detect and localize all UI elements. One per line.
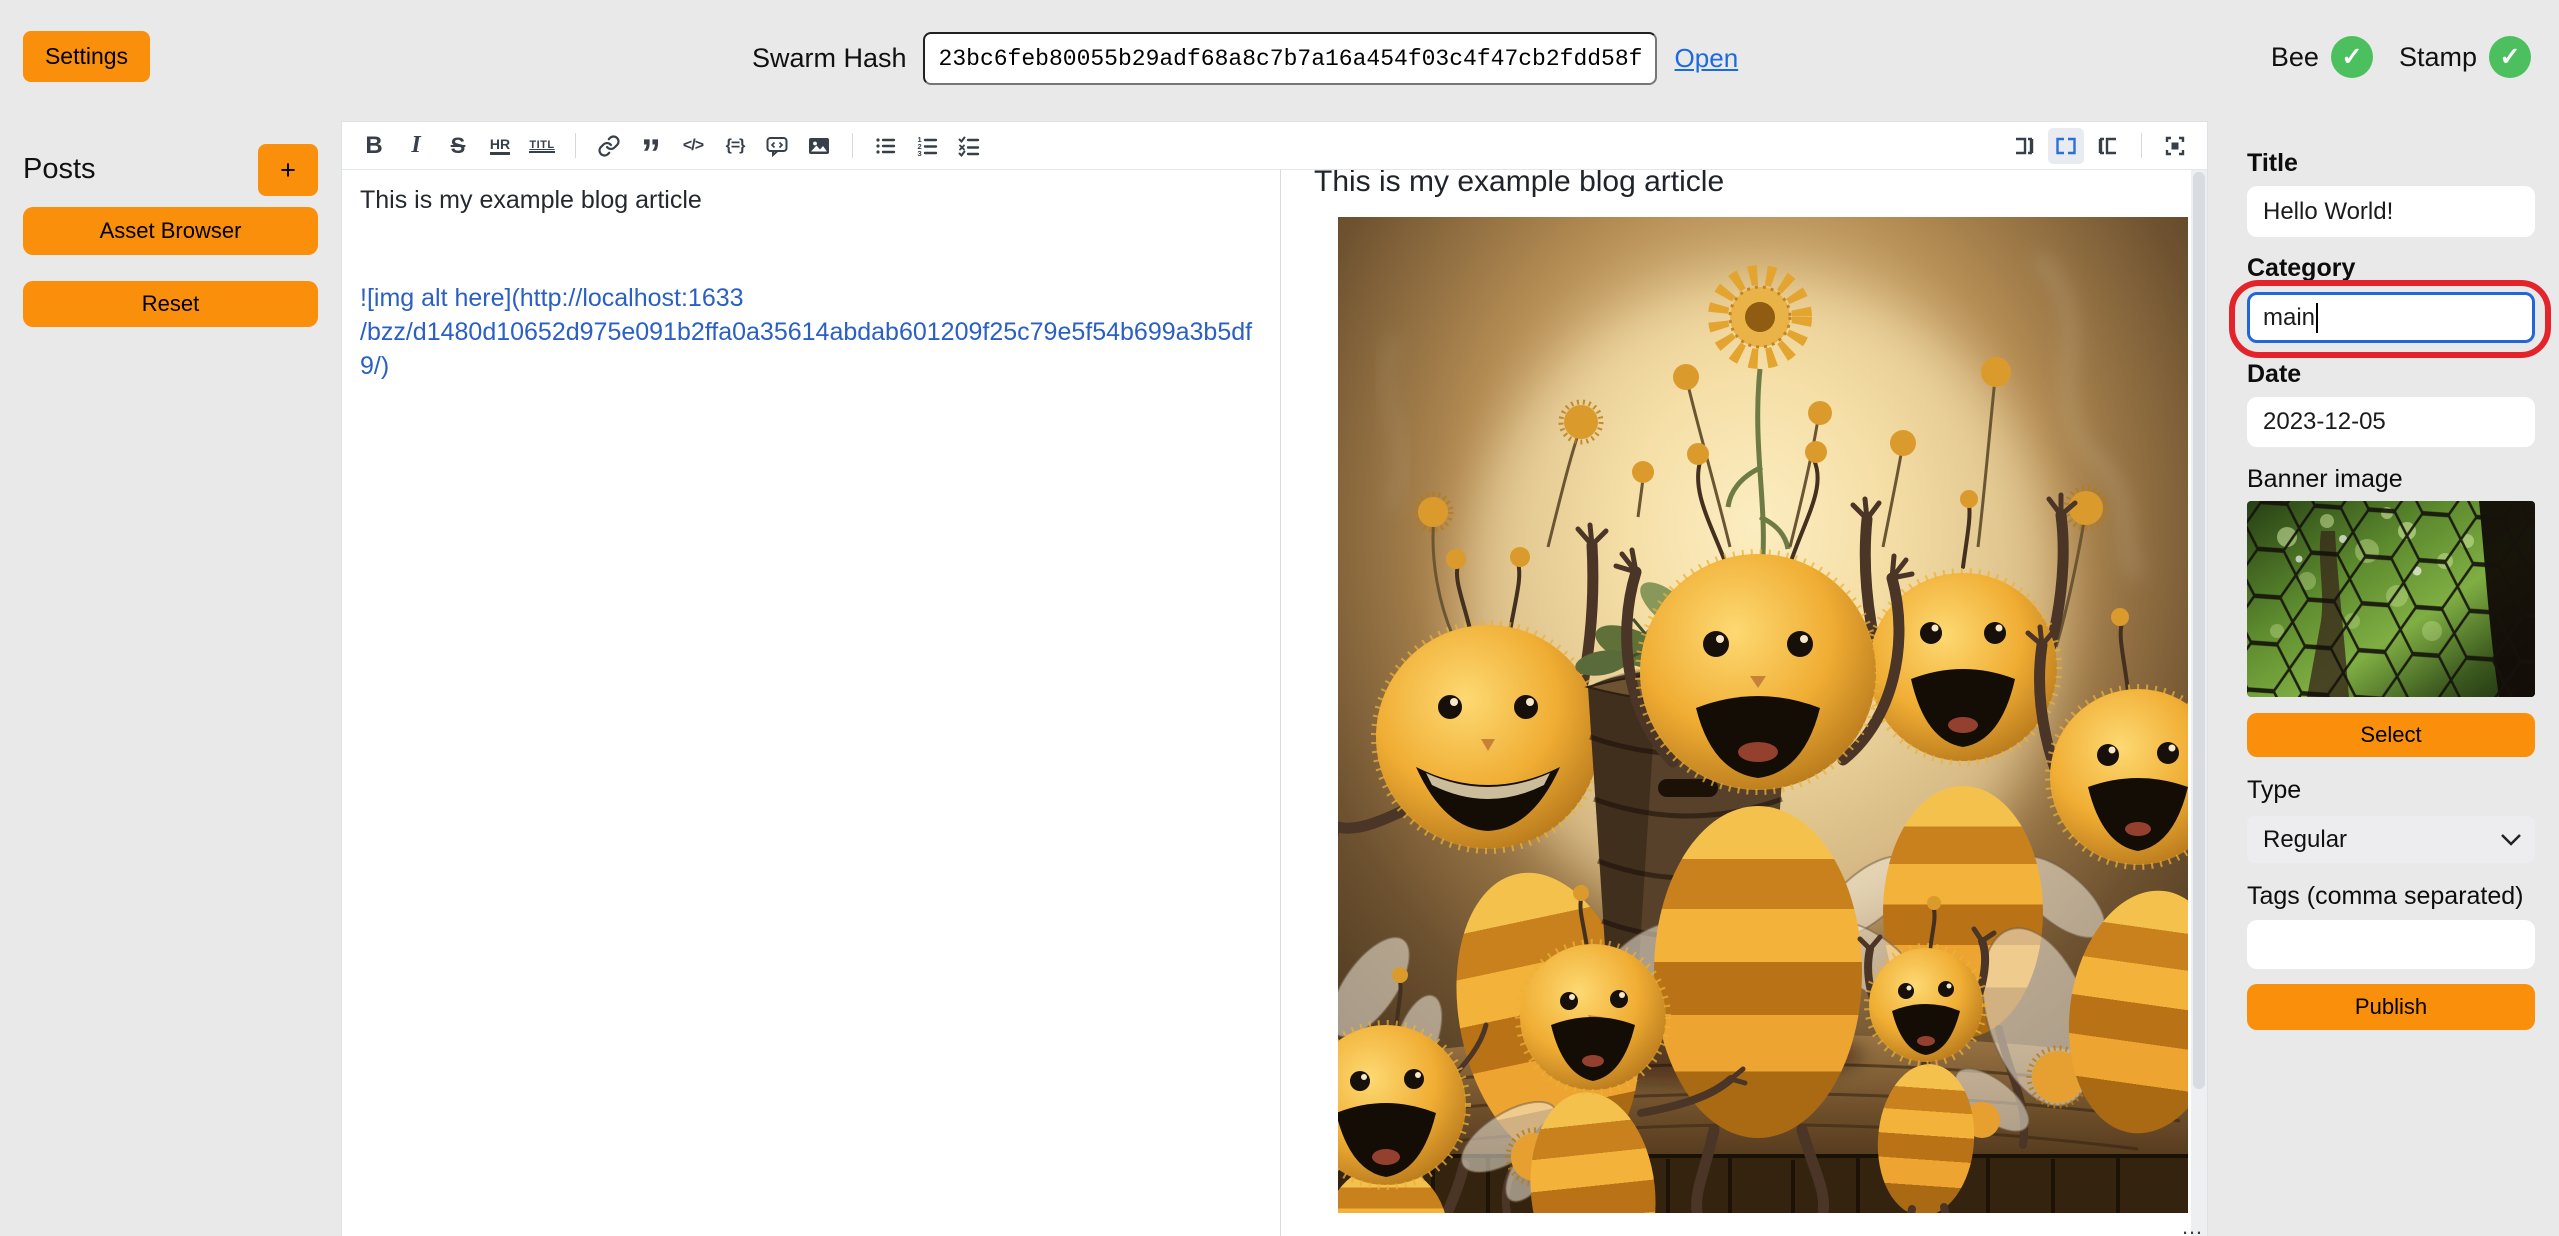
strikethrough-icon[interactable]: S bbox=[440, 128, 476, 164]
editor-markdown-image-link: ![img alt here](http://localhost:1633 /b… bbox=[360, 281, 1262, 383]
title-label: Title bbox=[2247, 148, 2298, 178]
post-properties-panel: Title Category main Date Banner image bbox=[2247, 0, 2535, 1236]
select-banner-button[interactable]: Select bbox=[2247, 713, 2535, 757]
type-label: Type bbox=[2247, 775, 2301, 805]
swarm-hash-label: Swarm Hash bbox=[752, 43, 907, 74]
svg-text:3: 3 bbox=[918, 149, 922, 158]
preview-pane[interactable]: This is my example blog article bbox=[1281, 170, 2207, 1236]
type-selected-value: Regular bbox=[2263, 826, 2347, 854]
category-input[interactable]: main bbox=[2247, 292, 2535, 343]
tags-label: Tags (comma separated) bbox=[2247, 881, 2524, 911]
preview-article-title: This is my example blog article bbox=[1314, 170, 2207, 201]
date-input[interactable] bbox=[2247, 397, 2535, 447]
title-input[interactable] bbox=[2247, 186, 2535, 237]
quote-icon[interactable]: ” bbox=[633, 128, 669, 164]
fullscreen-icon[interactable] bbox=[2157, 128, 2193, 164]
italic-icon[interactable]: I bbox=[398, 128, 434, 164]
layout-preview-only-icon[interactable] bbox=[2090, 128, 2126, 164]
chevron-down-icon bbox=[2501, 834, 2521, 846]
image-icon[interactable] bbox=[801, 128, 837, 164]
reset-button[interactable]: Reset bbox=[23, 281, 318, 327]
swarm-hash-input[interactable] bbox=[923, 32, 1657, 85]
open-link[interactable]: Open bbox=[1675, 43, 1739, 74]
ordered-list-icon[interactable]: 1 2 3 bbox=[910, 128, 946, 164]
settings-button[interactable]: Settings bbox=[23, 31, 150, 82]
comment-icon[interactable] bbox=[759, 128, 795, 164]
swarm-hash-group: Swarm Hash Open bbox=[752, 34, 1738, 83]
text-cursor bbox=[2316, 303, 2318, 333]
publish-button[interactable]: Publish bbox=[2247, 984, 2535, 1030]
posts-heading: Posts bbox=[23, 153, 96, 186]
banner-image-label: Banner image bbox=[2247, 464, 2403, 494]
editor-text-line: This is my example blog article bbox=[360, 183, 1262, 217]
editor-shell: B I S HR TITL ” </> {=} bbox=[341, 121, 2208, 1236]
preview-scrollbar[interactable] bbox=[2191, 170, 2207, 1236]
code-icon[interactable]: </> bbox=[675, 128, 711, 164]
article-image-happy-bees bbox=[1338, 217, 2188, 1213]
layout-split-icon[interactable] bbox=[2048, 128, 2084, 164]
asset-browser-button[interactable]: Asset Browser bbox=[23, 207, 318, 255]
scrollbar-thumb[interactable] bbox=[2193, 172, 2205, 1089]
resize-handle[interactable]: … bbox=[2181, 1218, 2204, 1236]
category-label: Category bbox=[2247, 253, 2355, 283]
bold-icon[interactable]: B bbox=[356, 128, 392, 164]
add-post-button[interactable]: + bbox=[258, 144, 318, 196]
markdown-editor[interactable]: This is my example blog article ![img al… bbox=[342, 170, 1281, 1236]
horizontal-rule-icon[interactable]: HR bbox=[482, 128, 518, 164]
code-block-icon[interactable]: {=} bbox=[717, 128, 753, 164]
title-icon[interactable]: TITL bbox=[524, 128, 560, 164]
category-value: main bbox=[2263, 304, 2315, 332]
bullet-list-icon[interactable] bbox=[868, 128, 904, 164]
banner-image-thumbnail[interactable] bbox=[2247, 501, 2535, 697]
tags-input[interactable] bbox=[2247, 920, 2535, 969]
editor-toolbar: B I S HR TITL ” </> {=} bbox=[342, 122, 2207, 170]
layout-editor-only-icon[interactable] bbox=[2006, 128, 2042, 164]
type-select[interactable]: Regular bbox=[2247, 816, 2535, 863]
link-icon[interactable] bbox=[591, 128, 627, 164]
task-list-icon[interactable] bbox=[952, 128, 988, 164]
date-label: Date bbox=[2247, 359, 2301, 389]
